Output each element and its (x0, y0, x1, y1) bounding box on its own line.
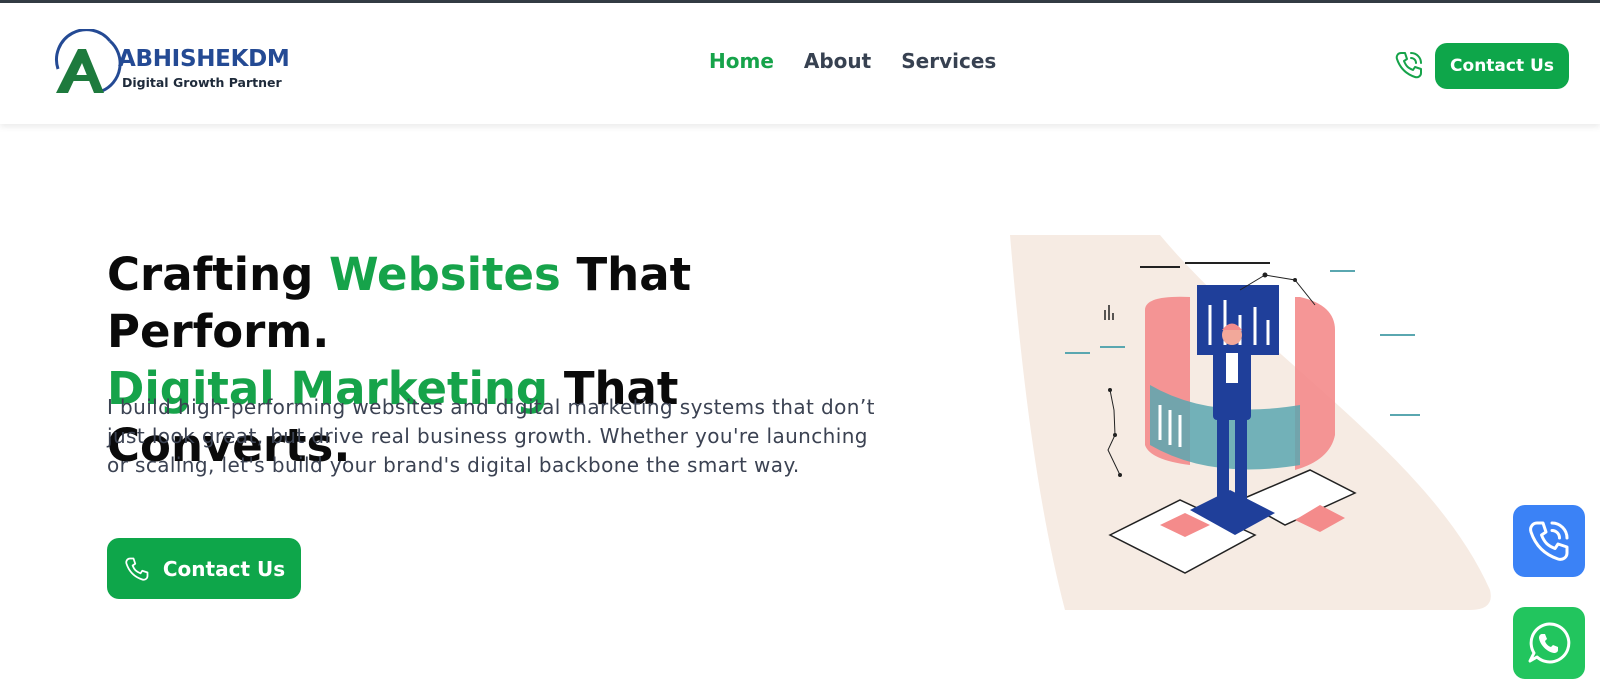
hero-illustration (1010, 235, 1491, 610)
brand-tagline: Digital Growth Partner (122, 75, 282, 90)
hero-title-part: Crafting (107, 248, 330, 301)
phone-icon (1529, 521, 1569, 561)
whatsapp-icon (1528, 622, 1571, 664)
main-nav: Home About Services (709, 49, 996, 73)
nav-home[interactable]: Home (709, 49, 774, 73)
brand-logo[interactable]: ABHISHEKDM Digital Growth Partner (52, 29, 292, 99)
logo-mark-icon (55, 29, 122, 93)
phone-icon[interactable] (1393, 49, 1425, 81)
floating-whatsapp-button[interactable] (1513, 607, 1585, 679)
brand-name: ABHISHEKDM (118, 46, 290, 72)
hero-contact-button[interactable]: Contact Us (107, 538, 301, 599)
hero-description: I build high-performing websites and dig… (107, 395, 875, 477)
floating-call-button[interactable] (1513, 505, 1585, 577)
site-header: ABHISHEKDM Digital Growth Partner Home A… (0, 3, 1600, 124)
header-contact-button[interactable]: Contact Us (1435, 43, 1569, 89)
hero-contact-label: Contact Us (162, 556, 286, 581)
phone-icon (125, 557, 149, 581)
hero-title-accent: Websites (329, 248, 561, 301)
nav-services[interactable]: Services (901, 49, 996, 73)
nav-about[interactable]: About (804, 49, 871, 73)
